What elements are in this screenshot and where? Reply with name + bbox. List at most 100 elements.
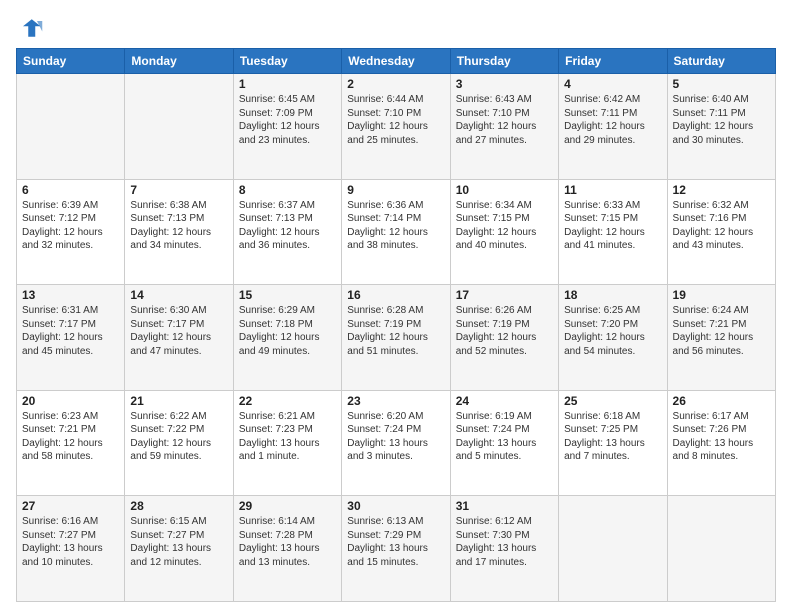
day-info: Sunrise: 6:22 AM Sunset: 7:22 PM Dayligh… (130, 410, 227, 464)
day-info: Sunrise: 6:23 AM Sunset: 7:21 PM Dayligh… (22, 410, 119, 464)
calendar-cell: 18Sunrise: 6:25 AM Sunset: 7:20 PM Dayli… (559, 285, 667, 391)
calendar-cell: 9 Sunrise: 6:36 AM Sunset: 7:14 PM Daylig… (342, 179, 450, 285)
day-number: 2 (347, 77, 444, 91)
calendar-cell (125, 74, 233, 180)
day-info: Sunrise: 6:42 AM Sunset: 7:11 PM Dayligh… (564, 93, 661, 147)
day-info: Sunrise: 6:12 AM Sunset: 7:30 PM Dayligh… (456, 515, 553, 569)
weekday-header-tuesday: Tuesday (233, 49, 341, 74)
day-number: 1 (239, 77, 336, 91)
day-info: Sunrise: 6:19 AM Sunset: 7:24 PM Dayligh… (456, 410, 553, 464)
day-info: Sunrise: 6:32 AM Sunset: 7:16 PM Dayligh… (673, 199, 770, 253)
calendar-cell: 19 Sunrise: 6:24 AM Sunset: 7:21 PM Dayli… (667, 285, 775, 391)
calendar-cell: 27Sunrise: 6:16 AM Sunset: 7:27 PM Dayli… (17, 496, 125, 602)
calendar-cell: 31 Sunrise: 6:12 AM Sunset: 7:30 PM Dayli… (450, 496, 558, 602)
calendar-cell: 30 Sunrise: 6:13 AM Sunset: 7:29 PM Dayli… (342, 496, 450, 602)
day-info: Sunrise: 6:40 AM Sunset: 7:11 PM Dayligh… (673, 93, 770, 147)
day-info: Sunrise: 6:16 AM Sunset: 7:27 PM Dayligh… (22, 515, 119, 569)
header (16, 10, 776, 42)
day-number: 9 (347, 183, 444, 197)
day-number: 26 (673, 394, 770, 408)
day-number: 17 (456, 288, 553, 302)
calendar-cell: 11 Sunrise: 6:33 AM Sunset: 7:15 PM Dayli… (559, 179, 667, 285)
weekday-header-friday: Friday (559, 49, 667, 74)
day-info: Sunrise: 6:33 AM Sunset: 7:15 PM Dayligh… (564, 199, 661, 253)
calendar-cell: 17 Sunrise: 6:26 AM Sunset: 7:19 PM Dayli… (450, 285, 558, 391)
calendar-cell (17, 74, 125, 180)
calendar-cell: 22 Sunrise: 6:21 AM Sunset: 7:23 PM Dayli… (233, 390, 341, 496)
day-info: Sunrise: 6:30 AM Sunset: 7:17 PM Dayligh… (130, 304, 227, 358)
day-info: Sunrise: 6:15 AM Sunset: 7:27 PM Dayligh… (130, 515, 227, 569)
calendar-cell: 12 Sunrise: 6:32 AM Sunset: 7:16 PM Dayli… (667, 179, 775, 285)
weekday-header-sunday: Sunday (17, 49, 125, 74)
calendar-table: SundayMondayTuesdayWednesdayThursdayFrid… (16, 48, 776, 602)
day-number: 7 (130, 183, 227, 197)
calendar-cell: 20 Sunrise: 6:23 AM Sunset: 7:21 PM Dayli… (17, 390, 125, 496)
day-number: 18 (564, 288, 661, 302)
calendar-cell: 5 Sunrise: 6:40 AM Sunset: 7:11 PM Daylig… (667, 74, 775, 180)
day-number: 31 (456, 499, 553, 513)
calendar-cell: 15Sunrise: 6:29 AM Sunset: 7:18 PM Dayli… (233, 285, 341, 391)
day-info: Sunrise: 6:44 AM Sunset: 7:10 PM Dayligh… (347, 93, 444, 147)
day-number: 21 (130, 394, 227, 408)
calendar-body: 1 Sunrise: 6:45 AM Sunset: 7:09 PM Daylig… (17, 74, 776, 602)
weekday-header-wednesday: Wednesday (342, 49, 450, 74)
day-number: 8 (239, 183, 336, 197)
day-info: Sunrise: 6:18 AM Sunset: 7:25 PM Dayligh… (564, 410, 661, 464)
day-number: 15 (239, 288, 336, 302)
day-number: 29 (239, 499, 336, 513)
day-number: 24 (456, 394, 553, 408)
day-number: 14 (130, 288, 227, 302)
weekday-row: SundayMondayTuesdayWednesdayThursdayFrid… (17, 49, 776, 74)
day-info: Sunrise: 6:13 AM Sunset: 7:29 PM Dayligh… (347, 515, 444, 569)
page: SundayMondayTuesdayWednesdayThursdayFrid… (0, 0, 792, 612)
day-info: Sunrise: 6:37 AM Sunset: 7:13 PM Dayligh… (239, 199, 336, 253)
day-info: Sunrise: 6:36 AM Sunset: 7:14 PM Dayligh… (347, 199, 444, 253)
day-number: 4 (564, 77, 661, 91)
day-number: 23 (347, 394, 444, 408)
day-number: 13 (22, 288, 119, 302)
calendar-cell: 1 Sunrise: 6:45 AM Sunset: 7:09 PM Daylig… (233, 74, 341, 180)
day-number: 20 (22, 394, 119, 408)
calendar-cell: 26 Sunrise: 6:17 AM Sunset: 7:26 PM Dayli… (667, 390, 775, 496)
calendar-cell: 14 Sunrise: 6:30 AM Sunset: 7:17 PM Dayli… (125, 285, 233, 391)
calendar-cell: 3Sunrise: 6:43 AM Sunset: 7:10 PM Daylig… (450, 74, 558, 180)
calendar-cell: 25 Sunrise: 6:18 AM Sunset: 7:25 PM Dayli… (559, 390, 667, 496)
logo (16, 14, 48, 42)
week-row-4: 20 Sunrise: 6:23 AM Sunset: 7:21 PM Dayli… (17, 390, 776, 496)
day-number: 25 (564, 394, 661, 408)
calendar-cell: 29Sunrise: 6:14 AM Sunset: 7:28 PM Dayli… (233, 496, 341, 602)
calendar-cell (559, 496, 667, 602)
calendar-cell: 2 Sunrise: 6:44 AM Sunset: 7:10 PM Daylig… (342, 74, 450, 180)
week-row-3: 13 Sunrise: 6:31 AM Sunset: 7:17 PM Dayli… (17, 285, 776, 391)
day-info: Sunrise: 6:38 AM Sunset: 7:13 PM Dayligh… (130, 199, 227, 253)
day-number: 5 (673, 77, 770, 91)
calendar-cell (667, 496, 775, 602)
day-number: 10 (456, 183, 553, 197)
calendar-cell: 4 Sunrise: 6:42 AM Sunset: 7:11 PM Daylig… (559, 74, 667, 180)
day-info: Sunrise: 6:24 AM Sunset: 7:21 PM Dayligh… (673, 304, 770, 358)
calendar-cell: 23Sunrise: 6:20 AM Sunset: 7:24 PM Dayli… (342, 390, 450, 496)
day-number: 19 (673, 288, 770, 302)
day-number: 3 (456, 77, 553, 91)
day-info: Sunrise: 6:39 AM Sunset: 7:12 PM Dayligh… (22, 199, 119, 253)
day-info: Sunrise: 6:17 AM Sunset: 7:26 PM Dayligh… (673, 410, 770, 464)
calendar-cell: 13 Sunrise: 6:31 AM Sunset: 7:17 PM Dayli… (17, 285, 125, 391)
day-number: 30 (347, 499, 444, 513)
day-info: Sunrise: 6:45 AM Sunset: 7:09 PM Dayligh… (239, 93, 336, 147)
day-number: 28 (130, 499, 227, 513)
day-info: Sunrise: 6:28 AM Sunset: 7:19 PM Dayligh… (347, 304, 444, 358)
weekday-header-saturday: Saturday (667, 49, 775, 74)
day-number: 22 (239, 394, 336, 408)
week-row-5: 27Sunrise: 6:16 AM Sunset: 7:27 PM Dayli… (17, 496, 776, 602)
day-number: 16 (347, 288, 444, 302)
calendar-cell: 24 Sunrise: 6:19 AM Sunset: 7:24 PM Dayli… (450, 390, 558, 496)
calendar-cell: 28 Sunrise: 6:15 AM Sunset: 7:27 PM Dayli… (125, 496, 233, 602)
day-number: 12 (673, 183, 770, 197)
day-info: Sunrise: 6:26 AM Sunset: 7:19 PM Dayligh… (456, 304, 553, 358)
week-row-1: 1 Sunrise: 6:45 AM Sunset: 7:09 PM Daylig… (17, 74, 776, 180)
day-info: Sunrise: 6:21 AM Sunset: 7:23 PM Dayligh… (239, 410, 336, 464)
calendar-cell: 7 Sunrise: 6:38 AM Sunset: 7:13 PM Daylig… (125, 179, 233, 285)
calendar-cell: 10Sunrise: 6:34 AM Sunset: 7:15 PM Dayli… (450, 179, 558, 285)
day-info: Sunrise: 6:31 AM Sunset: 7:17 PM Dayligh… (22, 304, 119, 358)
day-number: 11 (564, 183, 661, 197)
